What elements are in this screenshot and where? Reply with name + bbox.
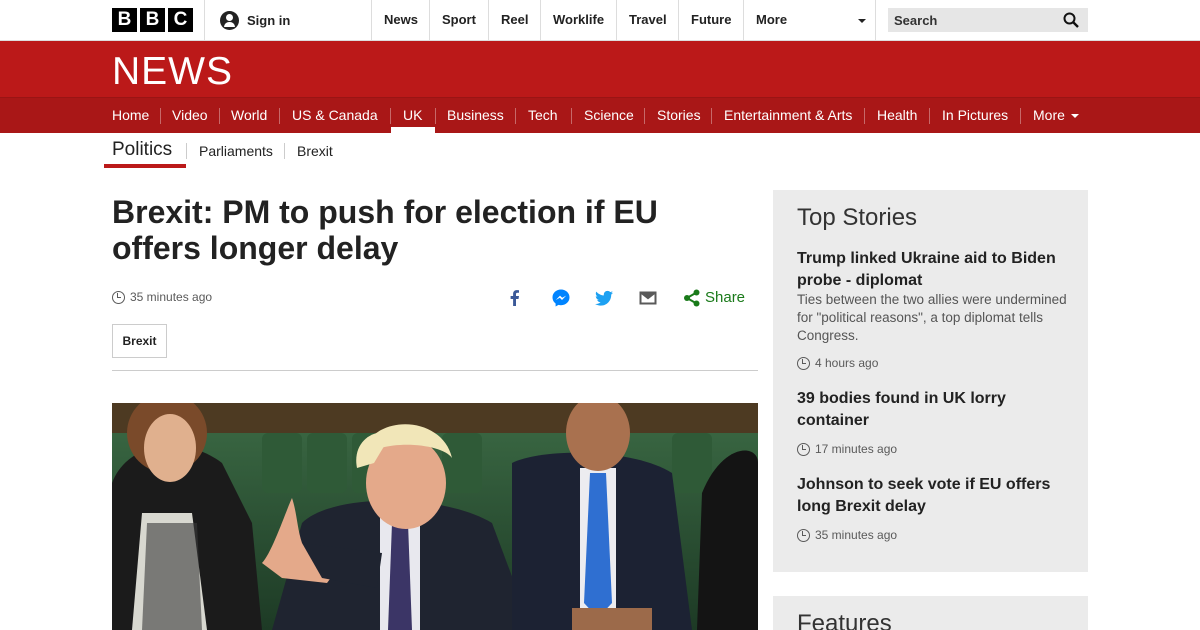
- chevron-down-icon: [1070, 114, 1079, 119]
- bbc-logo[interactable]: B B C: [112, 8, 193, 32]
- share-icon[interactable]: [682, 288, 702, 308]
- nav-entertainment-arts[interactable]: Entertainment & Arts: [724, 98, 852, 133]
- story-title[interactable]: Trump linked Ukraine aid to Biden probe …: [797, 248, 1067, 292]
- logo-letter-b1: B: [112, 8, 137, 32]
- story-summary: Ties between the two allies were undermi…: [797, 292, 1067, 343]
- nav-separator: [929, 108, 930, 124]
- photo-illustration: [112, 403, 758, 630]
- sign-in-label: Sign in: [247, 12, 291, 28]
- clock-icon: [797, 528, 810, 542]
- clock-icon: [797, 442, 810, 456]
- divider: [204, 0, 205, 40]
- nav-us-canada[interactable]: US & Canada: [292, 98, 378, 133]
- nav-video[interactable]: Video: [172, 98, 208, 133]
- top-stories-heading: Top Stories: [797, 204, 918, 231]
- nav-in-pictures[interactable]: In Pictures: [942, 98, 1008, 133]
- nav-separator: [1020, 108, 1021, 124]
- nav-separator: [160, 108, 161, 124]
- divider: [112, 370, 758, 371]
- nav-health[interactable]: Health: [877, 98, 917, 133]
- nav-separator: [515, 108, 516, 124]
- nav-science[interactable]: Science: [584, 98, 634, 133]
- subnav-active-indicator: [104, 164, 186, 168]
- nav-separator: [219, 108, 220, 124]
- user-icon: [220, 10, 239, 30]
- chevron-down-icon: [858, 19, 866, 23]
- global-navigation-bar: B B C Sign in News Sport Reel Worklife T…: [0, 0, 1200, 41]
- story-time-text: 35 minutes ago: [815, 528, 898, 542]
- subnav-brexit[interactable]: Brexit: [297, 143, 333, 159]
- story-title[interactable]: Johnson to seek vote if EU offers long B…: [797, 474, 1067, 518]
- global-nav-news[interactable]: News: [371, 0, 418, 40]
- nav-separator: [864, 108, 865, 124]
- search-input[interactable]: Search: [888, 8, 1088, 32]
- nav-separator: [435, 108, 436, 124]
- news-navigation: Home Video World US & Canada UK Business…: [0, 97, 1200, 133]
- topic-tag-brexit[interactable]: Brexit: [112, 324, 167, 358]
- share-label[interactable]: Share: [705, 289, 745, 306]
- subnav-politics[interactable]: Politics: [112, 139, 172, 161]
- nav-more-label: More: [1033, 107, 1065, 123]
- search-placeholder: Search: [894, 13, 938, 28]
- global-nav-more[interactable]: More: [743, 0, 876, 40]
- article-timestamp-text: 35 minutes ago: [130, 290, 213, 304]
- subnav-separator: [284, 143, 285, 159]
- story-title[interactable]: 39 bodies found in UK lorry container: [797, 388, 1067, 432]
- twitter-icon[interactable]: [594, 288, 614, 308]
- features-heading: Features: [797, 610, 892, 630]
- article-photo: [112, 403, 758, 630]
- logo-letter-c: C: [168, 8, 193, 32]
- subnav-separator: [186, 143, 187, 159]
- email-icon[interactable]: [638, 288, 658, 308]
- messenger-icon[interactable]: [551, 288, 571, 308]
- sign-in-button[interactable]: Sign in: [220, 10, 290, 30]
- news-logo[interactable]: NEWS: [112, 50, 233, 94]
- top-stories-panel: Top Stories Trump linked Ukraine aid to …: [773, 190, 1088, 572]
- logo-letter-b2: B: [140, 8, 165, 32]
- nav-separator: [390, 108, 391, 124]
- nav-stories[interactable]: Stories: [657, 98, 701, 133]
- article-timestamp: 35 minutes ago: [112, 290, 212, 304]
- global-nav-travel[interactable]: Travel: [616, 0, 667, 40]
- search-icon[interactable]: [1063, 12, 1079, 28]
- nav-tech[interactable]: Tech: [528, 98, 558, 133]
- features-panel: Features: [773, 596, 1088, 630]
- story-timestamp: 17 minutes ago: [797, 442, 897, 456]
- nav-business[interactable]: Business: [447, 98, 504, 133]
- nav-active-indicator: [391, 127, 435, 133]
- story-time-text: 4 hours ago: [815, 356, 879, 370]
- nav-world[interactable]: World: [231, 98, 267, 133]
- nav-separator: [279, 108, 280, 124]
- facebook-icon[interactable]: [505, 288, 525, 308]
- nav-home[interactable]: Home: [112, 98, 149, 133]
- nav-separator: [571, 108, 572, 124]
- nav-separator: [711, 108, 712, 124]
- global-nav-sport[interactable]: Sport: [429, 0, 476, 40]
- clock-icon: [797, 356, 810, 370]
- global-nav-future[interactable]: Future: [678, 0, 731, 40]
- article-headline: Brexit: PM to push for election if EU of…: [112, 194, 658, 266]
- global-nav-worklife[interactable]: Worklife: [540, 0, 604, 40]
- subnav-parliaments[interactable]: Parliaments: [199, 143, 273, 159]
- global-nav-reel[interactable]: Reel: [488, 0, 528, 40]
- nav-separator: [644, 108, 645, 124]
- clock-icon: [112, 290, 125, 304]
- story-timestamp: 4 hours ago: [797, 356, 878, 370]
- story-timestamp: 35 minutes ago: [797, 528, 897, 542]
- nav-more[interactable]: More: [1033, 98, 1079, 133]
- story-time-text: 17 minutes ago: [815, 442, 898, 456]
- news-masthead: NEWS: [0, 41, 1200, 97]
